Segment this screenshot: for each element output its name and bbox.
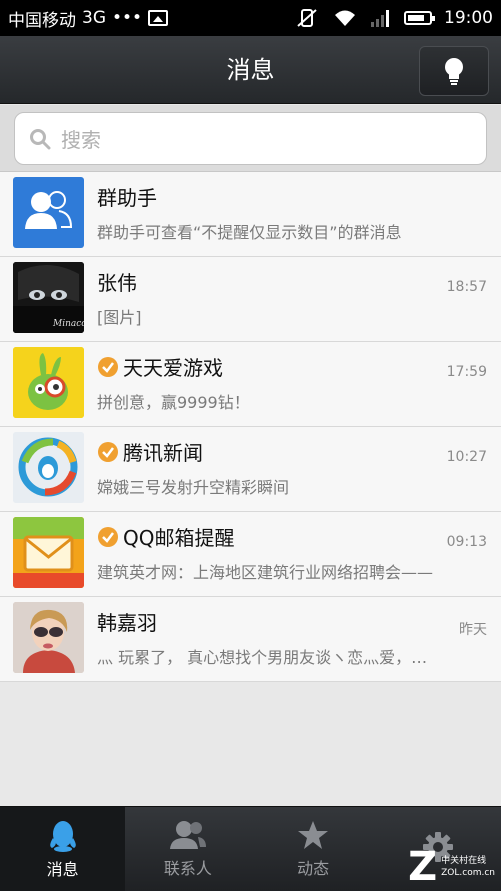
tab-label: 联系人 xyxy=(163,859,212,878)
search-input[interactable]: 搜索 xyxy=(14,112,487,165)
status-bar: 中国移动 3G ••• 19:00 xyxy=(0,0,501,36)
conversation-time: 10:27 xyxy=(446,449,487,465)
tab-feeds[interactable]: 动态 xyxy=(251,807,376,891)
contact-avatar xyxy=(13,602,84,673)
conversation-row[interactable]: 群助手 群助手可查看“不提醒仅显示数目”的群消息 xyxy=(0,172,501,257)
group-helper-avatar xyxy=(13,177,84,248)
conversation-row[interactable]: 腾讯新闻 嫦娥三号发射升空精彩瞬间 10:27 xyxy=(0,427,501,512)
game-avatar xyxy=(13,347,84,418)
conversation-time: 18:57 xyxy=(446,279,487,295)
contacts-icon xyxy=(169,821,206,849)
conversation-name: 韩嘉羽 xyxy=(97,611,157,635)
conversation-name: QQ邮箱提醒 xyxy=(97,522,234,551)
tab-label: 消息 xyxy=(46,860,79,879)
conversation-preview: 拼创意，赢9999钻！ xyxy=(97,393,250,412)
watermark-logo: Z xyxy=(408,844,438,890)
wifi-icon xyxy=(335,10,355,26)
verified-badge-icon xyxy=(98,526,118,547)
image-notification-icon xyxy=(148,10,169,26)
tencent-news-avatar xyxy=(13,432,84,503)
clock: 19:00 xyxy=(444,8,493,28)
conversation-preview: 建筑英才网：上海地区建筑行业网络招聘会—— xyxy=(97,563,434,582)
conversation-list: 群助手 群助手可查看“不提醒仅显示数目”的群消息 Minaco 张伟 [图片] … xyxy=(0,172,501,682)
network-label: 3G xyxy=(82,8,106,28)
mute-vibrate-icon xyxy=(297,9,317,27)
conversation-time: 昨天 xyxy=(459,622,487,638)
signal-icon xyxy=(371,10,389,27)
conversation-preview: 群助手可查看“不提醒仅显示数目”的群消息 xyxy=(97,223,402,242)
lightbulb-icon xyxy=(445,58,463,85)
conversation-row[interactable]: 天天爱游戏 拼创意，赢9999钻！ 17:59 xyxy=(0,342,501,427)
conversation-preview: 嫦娥三号发射升空精彩瞬间 xyxy=(97,478,290,497)
tab-contacts[interactable]: 联系人 xyxy=(125,807,250,891)
conversation-row[interactable]: QQ邮箱提醒 建筑英才网：上海地区建筑行业网络招聘会—— 09:13 xyxy=(0,512,501,597)
conversation-time: 09:13 xyxy=(446,534,487,550)
conversation-row[interactable]: Minaco 张伟 [图片] 18:57 xyxy=(0,257,501,342)
conversation-name: 腾讯新闻 xyxy=(97,437,203,466)
qq-mail-avatar xyxy=(13,517,84,588)
verified-badge-icon xyxy=(98,441,118,462)
lightbulb-button[interactable] xyxy=(419,46,489,96)
tab-label: 动态 xyxy=(297,859,330,878)
conversation-preview: 灬 玩累了， 真心想找个男朋友谈ヽ恋灬爱，… xyxy=(97,648,428,667)
search-icon xyxy=(30,128,51,149)
bottom-tab-bar: 消息 联系人 动态 Z 中关村在线 ZOL.com.cn xyxy=(0,806,501,891)
conversation-time: 17:59 xyxy=(446,364,487,380)
search-bar: 搜索 xyxy=(0,105,501,172)
svg-text:Minaco: Minaco xyxy=(52,319,84,329)
tab-messages[interactable]: 消息 xyxy=(0,807,126,891)
conversation-name: 张伟 xyxy=(97,271,137,295)
tab-settings[interactable]: Z 中关村在线 ZOL.com.cn xyxy=(376,807,501,891)
conversation-preview: [图片] xyxy=(97,308,142,327)
conversation-name: 群助手 xyxy=(97,186,157,210)
verified-badge-icon xyxy=(98,356,118,377)
notification-dots: ••• xyxy=(112,8,143,28)
star-icon xyxy=(298,821,329,849)
qq-penguin-icon xyxy=(49,821,76,852)
title-bar: 消息 xyxy=(0,36,501,104)
carrier-label: 中国移动 xyxy=(8,10,76,31)
conversation-row[interactable]: 韩嘉羽 灬 玩累了， 真心想找个男朋友谈ヽ恋灬爱，… 昨天 xyxy=(0,597,501,682)
zol-watermark: Z 中关村在线 ZOL.com.cn xyxy=(408,844,495,890)
conversation-name: 天天爱游戏 xyxy=(97,352,223,381)
contact-avatar: Minaco xyxy=(13,262,84,333)
search-placeholder: 搜索 xyxy=(61,128,101,152)
battery-icon xyxy=(404,11,435,25)
